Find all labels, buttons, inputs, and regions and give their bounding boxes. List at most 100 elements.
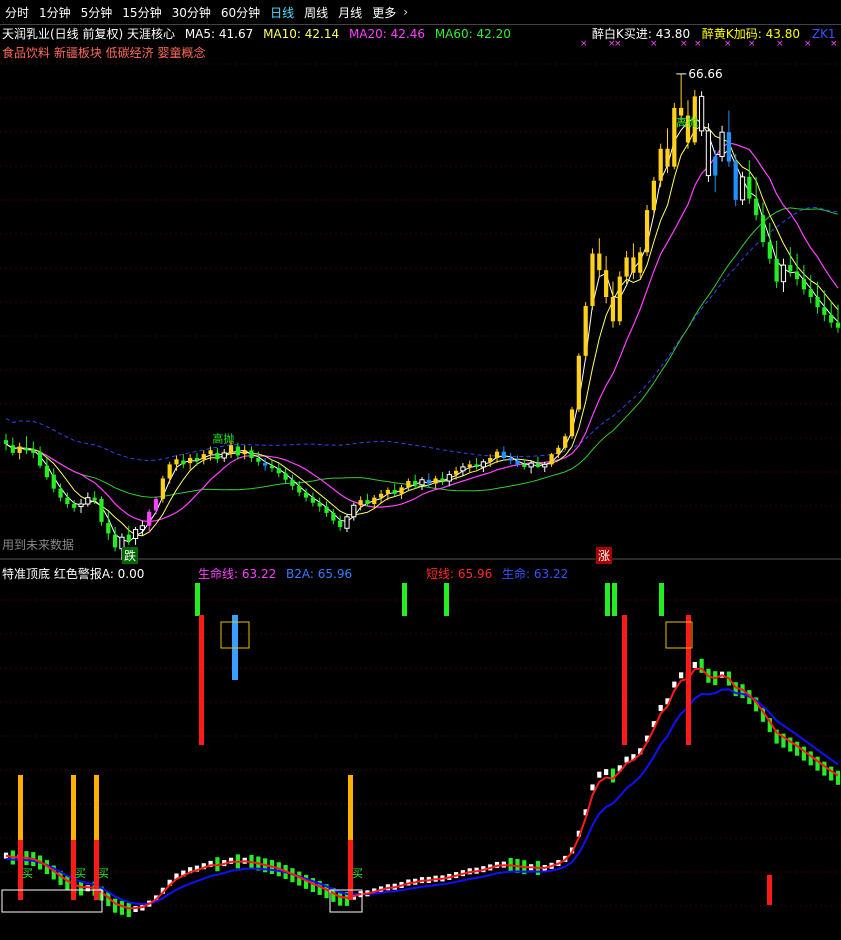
candle-body [780, 264, 787, 283]
period-tab-7[interactable]: 周线 [299, 4, 333, 21]
candle-body [249, 450, 254, 458]
candle-body [747, 176, 752, 199]
candle-body [132, 529, 139, 539]
candle-body [153, 498, 159, 511]
candle-body [488, 458, 493, 462]
candle-body [31, 449, 36, 453]
candle-body [446, 474, 452, 482]
candle-body [174, 459, 179, 465]
candle-body [235, 446, 240, 456]
candle-body [344, 516, 350, 529]
candle-body [440, 478, 445, 481]
candle-body [378, 493, 384, 498]
indicator-bar [835, 770, 841, 785]
candle-body [705, 130, 712, 177]
indicator-bar [126, 903, 131, 917]
candle-body [399, 487, 404, 494]
red-alert-bar [622, 615, 627, 745]
candle-body [569, 409, 575, 437]
high-price-label: 66.66 [688, 67, 722, 81]
candle-body [51, 474, 56, 489]
candle-body [160, 478, 165, 499]
candle-body [522, 464, 527, 467]
signal-x-marker: × [580, 39, 588, 49]
candle-body [528, 462, 534, 468]
candle-body [276, 468, 281, 474]
period-toolbar: 分时 1分钟 5分钟 15分钟 30分钟 60分钟 日线 周线 月线 更多 › [0, 0, 841, 25]
bottom-signal-box [1, 889, 103, 913]
candle-body [801, 279, 807, 290]
period-tab-4[interactable]: 30分钟 [167, 4, 216, 21]
candle-body [460, 466, 466, 472]
indicator-bar [829, 766, 834, 781]
candle-body [221, 452, 227, 459]
candle-body [501, 451, 506, 458]
indicator-bar [692, 662, 697, 668]
candle-body [426, 479, 431, 484]
period-tab-8[interactable]: 月线 [333, 4, 367, 21]
candle-body [644, 210, 650, 253]
candle-body [113, 534, 118, 548]
candle-body [815, 297, 820, 308]
buy-mark-label: 买 [75, 867, 86, 880]
period-tab-9[interactable]: 更多 [367, 4, 401, 21]
buy-mark-label: 买 [98, 867, 109, 880]
candle-body [147, 511, 152, 526]
period-tab-2[interactable]: 5分钟 [76, 4, 118, 21]
candle-body [126, 534, 131, 542]
candle-body [106, 523, 111, 534]
candle-body [263, 463, 268, 466]
candle-body [835, 322, 841, 328]
period-tab-1[interactable]: 1分钟 [34, 4, 76, 21]
candle-body [754, 198, 759, 216]
candle-body [576, 355, 581, 410]
indicator-bar [658, 705, 663, 712]
candle-body [658, 148, 663, 181]
candle-body [194, 458, 200, 461]
indicator-chart: 买买买买 [0, 583, 841, 917]
period-tab-6[interactable]: 日线 [265, 4, 299, 21]
candle-body [610, 297, 616, 322]
candle-body [767, 242, 772, 259]
candle-body [549, 454, 554, 465]
candle-body [188, 458, 193, 464]
buy-orange-bar [348, 775, 353, 840]
period-tab-3[interactable]: 15分钟 [117, 4, 166, 21]
signal-x-marker: × [680, 39, 688, 49]
red-alert-bar [686, 615, 691, 745]
candle-body [760, 215, 766, 243]
more-chevron-icon[interactable]: › [401, 5, 408, 19]
candle-body [331, 512, 336, 521]
candle-body [508, 458, 513, 461]
candle-body [822, 307, 827, 315]
indicator-bar [113, 898, 118, 913]
candle-body [474, 464, 479, 467]
candle-body [215, 452, 220, 460]
candle-body [774, 258, 779, 282]
ma10-line [5, 126, 839, 537]
candle-body [37, 451, 43, 466]
indicator-bar [597, 771, 602, 778]
candle-body [72, 504, 77, 508]
candle-body [719, 131, 725, 157]
indicator-bar [590, 784, 595, 791]
period-tab-5[interactable]: 60分钟 [216, 4, 265, 21]
candle-body [413, 481, 418, 485]
candle-body [535, 463, 541, 467]
indicator-bar [78, 881, 84, 896]
candle-body [739, 176, 746, 201]
candle-body [467, 464, 472, 467]
green-signal-bar [444, 583, 449, 616]
candle-body [17, 446, 22, 453]
candle-body [698, 95, 705, 132]
candle-body [181, 460, 186, 465]
candle-body [406, 481, 411, 488]
period-tab-0[interactable]: 分时 [0, 4, 34, 21]
candle-body [617, 276, 622, 322]
gaopao-label-right: 高抛 [676, 115, 698, 129]
candle-body [310, 497, 315, 503]
candle-body [324, 506, 329, 513]
candle-body [167, 464, 172, 479]
candle-body [665, 148, 670, 167]
candle-body [590, 253, 595, 306]
